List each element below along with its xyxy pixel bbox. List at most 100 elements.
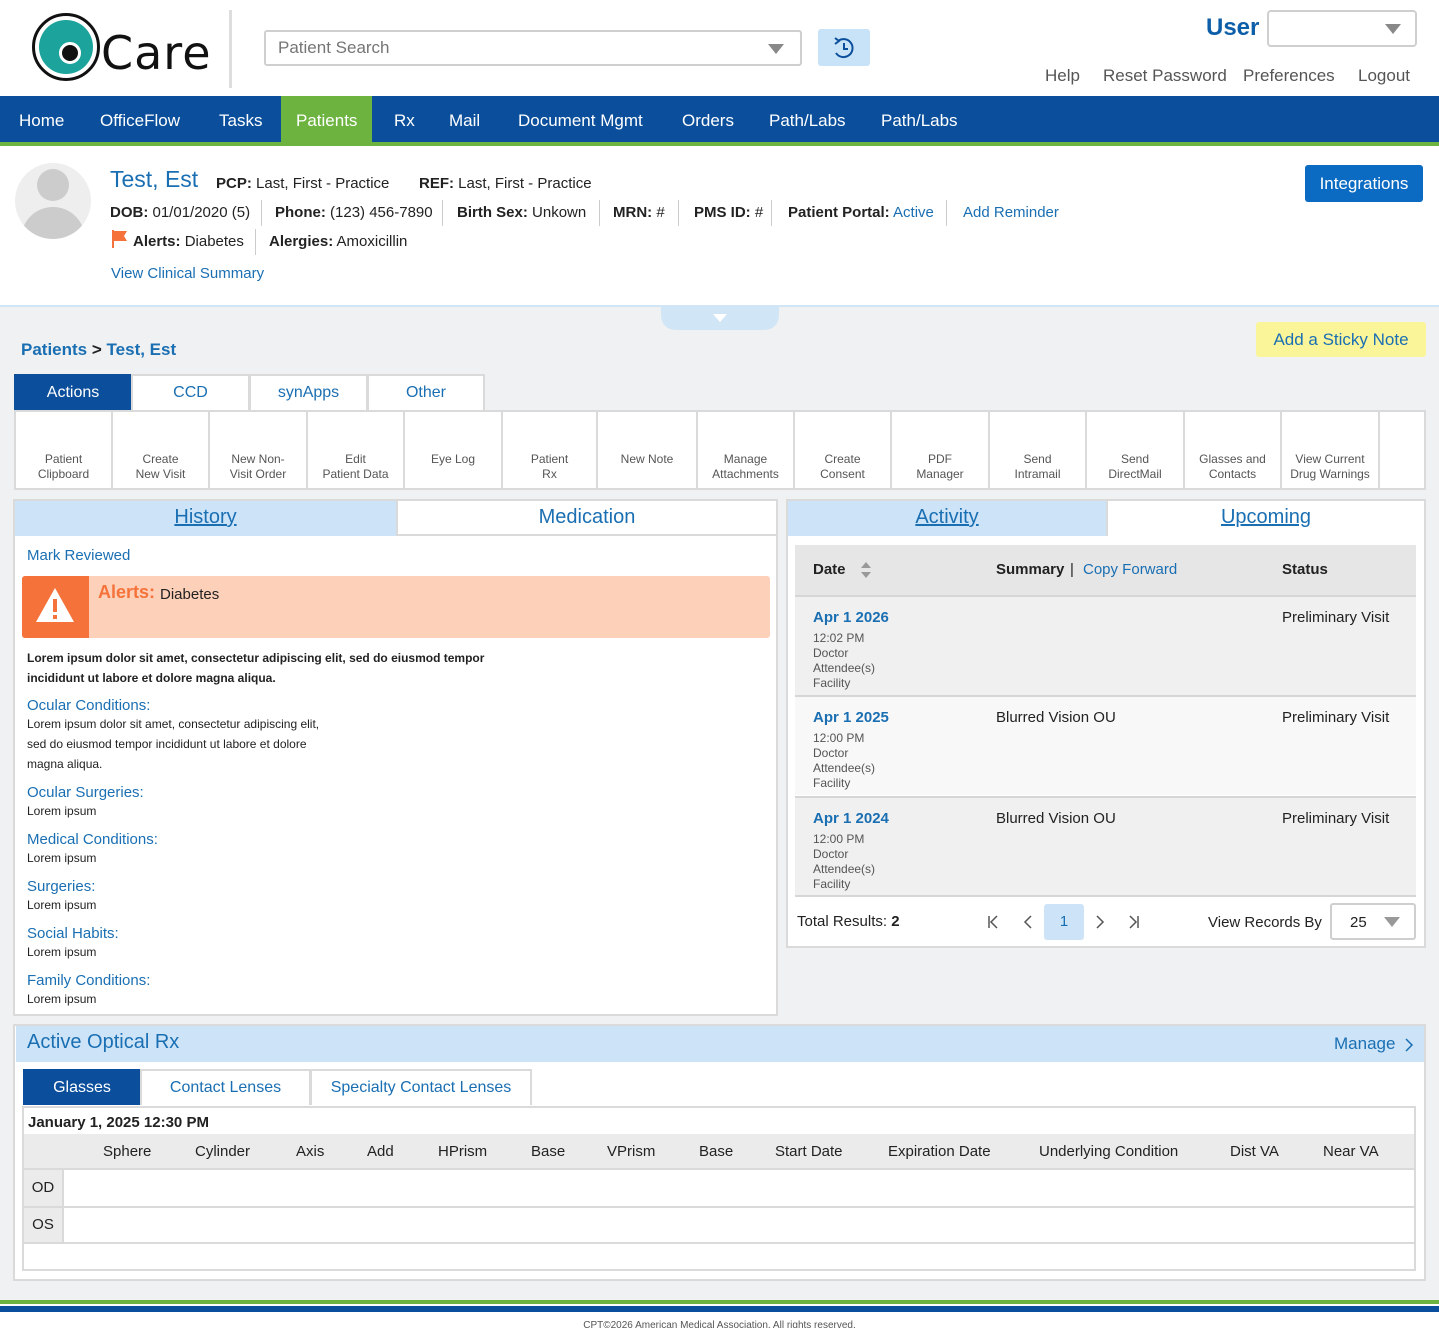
column-date[interactable]: Date: [813, 561, 846, 578]
footer-bar: [0, 1300, 1439, 1312]
copy-forward-link[interactable]: Copy Forward: [1083, 561, 1177, 578]
tab-contact-lenses[interactable]: Contact Lenses: [140, 1069, 311, 1105]
create-consent-button[interactable]: Create Consent: [795, 412, 892, 488]
integrations-button[interactable]: Integrations: [1305, 165, 1423, 202]
tab-ccd[interactable]: CCD: [131, 374, 250, 410]
ocular-surgeries-heading: Ocular Surgeries:: [27, 784, 144, 801]
pdf-manager-button[interactable]: PDF Manager: [892, 412, 990, 488]
medical-conditions-heading: Medical Conditions:: [27, 831, 158, 848]
tab-activity[interactable]: Activity: [788, 501, 1106, 536]
column-base-2: Base: [699, 1143, 734, 1160]
nav-orders[interactable]: Orders: [667, 96, 749, 146]
send-intramail-button[interactable]: Send Intramail: [990, 412, 1087, 488]
column-cylinder: Cylinder: [195, 1143, 251, 1160]
tab-history[interactable]: History: [15, 501, 396, 536]
column-expiration-date: Expiration Date: [888, 1143, 991, 1160]
medical-conditions-text: Lorem ipsum: [27, 851, 97, 865]
history-refresh-button[interactable]: [818, 29, 870, 66]
tab-synapps[interactable]: synApps: [249, 374, 368, 410]
nav-document-mgmt[interactable]: Document Mgmt: [503, 96, 658, 146]
alert-banner: Alerts: Diabetes: [22, 576, 770, 638]
dob-field: DOB: 01/01/2020 (5): [110, 204, 251, 221]
patient-rx-button[interactable]: Patient Rx: [503, 412, 598, 488]
logout-link[interactable]: Logout: [1358, 66, 1410, 86]
header-divider: [229, 10, 232, 88]
mark-reviewed-link[interactable]: Mark Reviewed: [27, 547, 130, 564]
column-hprism: HPrism: [438, 1143, 488, 1160]
patient-search-input[interactable]: [278, 32, 758, 64]
nav-officeflow[interactable]: OfficeFlow: [85, 96, 195, 146]
activity-row[interactable]: Apr 1 2026 12:02 PM Doctor Attendee(s) Faci…: [795, 595, 1416, 695]
nav-path-labs-2[interactable]: Path/Labs: [866, 96, 973, 146]
collapse-header-toggle[interactable]: [661, 307, 779, 330]
patient-search[interactable]: [264, 30, 802, 66]
patient-name[interactable]: Test, Est: [110, 166, 198, 193]
column-axis: Axis: [296, 1143, 325, 1160]
chevron-down-icon[interactable]: [768, 44, 784, 54]
manage-link[interactable]: Manage: [1334, 1034, 1395, 1054]
edit-patient-data-button[interactable]: Edit Patient Data: [308, 412, 405, 488]
view-drug-warnings-button[interactable]: View Current Drug Warnings: [1282, 412, 1380, 488]
nav-home[interactable]: Home: [4, 96, 79, 146]
visit-date-link[interactable]: Apr 1 2025: [813, 709, 889, 726]
family-conditions-heading: Family Conditions:: [27, 972, 151, 989]
first-page-icon[interactable]: [986, 914, 1000, 930]
row-label-od: OD: [24, 1170, 64, 1206]
add-reminder-link[interactable]: Add Reminder: [963, 204, 1059, 221]
refresh-icon: [834, 37, 854, 59]
chevron-right-icon[interactable]: [1404, 1038, 1414, 1052]
last-page-icon[interactable]: [1127, 914, 1141, 930]
total-results: Total Results: 2: [797, 913, 900, 930]
nav-rx[interactable]: Rx: [379, 96, 430, 146]
records-per-page-value: 25: [1350, 914, 1367, 931]
divider: [261, 200, 262, 226]
activity-table-header: Date Summary | Copy Forward Status: [795, 545, 1416, 595]
next-page-icon[interactable]: [1093, 914, 1107, 930]
tab-glasses[interactable]: Glasses: [23, 1069, 141, 1105]
help-link[interactable]: Help: [1045, 66, 1080, 86]
visit-summary: Blurred Vision OU: [996, 709, 1116, 726]
previous-page-icon[interactable]: [1021, 914, 1035, 930]
tab-upcoming[interactable]: Upcoming: [1106, 501, 1424, 536]
add-sticky-note-button[interactable]: Add a Sticky Note: [1256, 322, 1426, 357]
reset-password-link[interactable]: Reset Password: [1103, 66, 1227, 86]
tab-specialty-contact-lenses[interactable]: Specialty Contact Lenses: [310, 1069, 532, 1105]
portal-status-link[interactable]: Active: [893, 204, 934, 221]
user-label: User: [1206, 14, 1260, 41]
nav-mail[interactable]: Mail: [434, 96, 495, 146]
breadcrumb-patients[interactable]: Patients: [21, 340, 87, 359]
glasses-and-contacts-button[interactable]: Glasses and Contacts: [1185, 412, 1282, 488]
ocular-conditions-heading: Ocular Conditions:: [27, 697, 151, 714]
manage-attachments-button[interactable]: Manage Attachments: [698, 412, 795, 488]
alert-value: Diabetes: [160, 586, 220, 603]
records-per-page-select[interactable]: 25: [1330, 903, 1416, 940]
activity-row[interactable]: Apr 1 2024 12:00 PM Doctor Attendee(s) Faci…: [795, 796, 1416, 896]
nav-patients[interactable]: Patients: [281, 96, 373, 146]
patient-clipboard-button[interactable]: Patient Clipboard: [16, 412, 113, 488]
nav-tasks[interactable]: Tasks: [204, 96, 277, 146]
activity-row[interactable]: Apr 1 2025 12:00 PM Doctor Attendee(s) Faci…: [795, 695, 1416, 795]
tab-other[interactable]: Other: [367, 374, 485, 410]
visit-details: 12:02 PM Doctor Attendee(s) Facility: [813, 631, 876, 690]
new-note-button[interactable]: New Note: [598, 412, 698, 488]
tab-medication[interactable]: Medication: [396, 501, 776, 536]
visit-status: Preliminary Visit: [1282, 709, 1390, 726]
nav-path-labs[interactable]: Path/Labs: [754, 96, 861, 146]
tab-actions[interactable]: Actions: [14, 374, 132, 410]
breadcrumb: Patients > Test, Est: [21, 340, 176, 360]
view-records-label: View Records By: [1208, 914, 1322, 931]
new-non-visit-order-button[interactable]: New Non- Visit Order: [210, 412, 308, 488]
sort-icon[interactable]: [860, 561, 872, 579]
eye-log-button[interactable]: Eye Log: [405, 412, 503, 488]
divider: [599, 200, 600, 226]
page-button-current[interactable]: 1: [1044, 904, 1084, 940]
view-clinical-summary-link[interactable]: View Clinical Summary: [111, 265, 264, 282]
create-new-visit-button[interactable]: Create New Visit: [113, 412, 210, 488]
user-select[interactable]: [1267, 10, 1417, 47]
rx-row-os: OS: [24, 1206, 1414, 1244]
visit-date-link[interactable]: Apr 1 2026: [813, 609, 889, 626]
alerts-field: Alerts: Diabetes: [133, 233, 244, 250]
preferences-link[interactable]: Preferences: [1243, 66, 1335, 86]
send-directmail-button[interactable]: Send DirectMail: [1087, 412, 1185, 488]
visit-date-link[interactable]: Apr 1 2024: [813, 810, 889, 827]
